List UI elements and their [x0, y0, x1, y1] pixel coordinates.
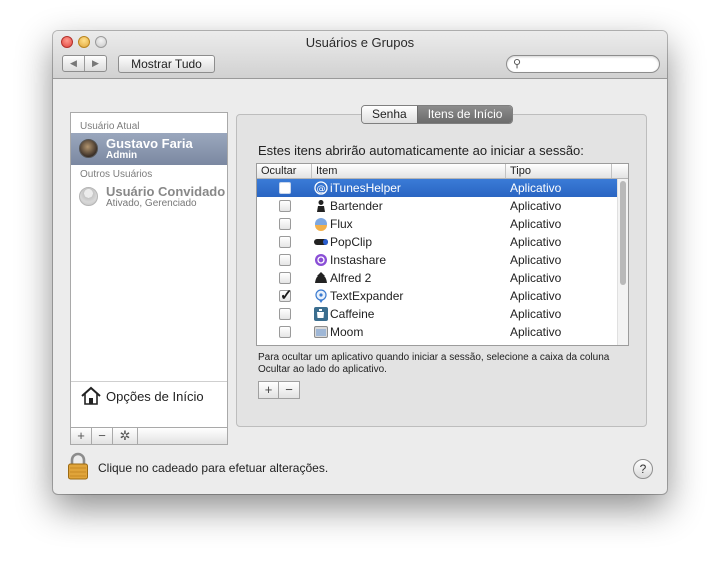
item-type: Aplicativo: [510, 289, 562, 303]
tab-bar: Senha Itens de Início: [361, 105, 514, 124]
search-field[interactable]: ⚲: [506, 55, 660, 73]
table-row[interactable]: Alfred 2 Aplicativo: [257, 269, 618, 287]
item-type: Aplicativo: [510, 253, 562, 267]
guest-avatar: [79, 187, 98, 206]
hide-checkbox[interactable]: [279, 200, 291, 212]
users-sidebar: Usuário Atual Gustavo Faria Admin Outros…: [70, 112, 228, 428]
hide-checkbox[interactable]: [279, 182, 291, 194]
hide-checkbox[interactable]: [279, 272, 291, 284]
bartender-icon: [317, 200, 325, 212]
table-row[interactable]: PopClip Aplicativo: [257, 233, 618, 251]
user-row-gustavo[interactable]: Gustavo Faria Admin: [71, 133, 227, 165]
action-gear-button[interactable]: ✲: [112, 427, 138, 445]
tab-login-items[interactable]: Itens de Início: [416, 106, 513, 123]
caffeine-icon: [314, 307, 328, 321]
column-header-hide[interactable]: Ocultar: [257, 164, 312, 178]
item-name: Moom: [330, 325, 364, 339]
gear-icon: ✲: [119, 428, 131, 443]
item-name: Flux: [330, 217, 353, 231]
itunes-helper-icon: @: [314, 181, 328, 195]
table-row[interactable]: Caffeine Aplicativo: [257, 305, 618, 323]
remove-login-item-button[interactable]: −: [279, 381, 300, 399]
preferences-window: Usuários e Grupos ◀ ▶ Mostrar Tudo ⚲ Usu…: [53, 31, 667, 494]
hide-checkbox[interactable]: ✓: [279, 287, 293, 304]
column-header-item[interactable]: Item: [312, 164, 506, 178]
login-options-label: Opções de Início: [106, 389, 204, 404]
item-type: Aplicativo: [510, 217, 562, 231]
item-type: Aplicativo: [510, 181, 562, 195]
login-items-table: Ocultar Item Tipo @ iTunesHelper Aplicat…: [256, 163, 629, 346]
add-user-button[interactable]: +: [70, 427, 92, 445]
item-type: Aplicativo: [510, 235, 562, 249]
sidebar-toolbar-spacer: [137, 427, 228, 445]
item-type: Aplicativo: [510, 325, 562, 339]
flux-icon: [315, 218, 327, 231]
checkmark-icon: ✓: [280, 287, 293, 304]
table-row[interactable]: Bartender Aplicativo: [257, 197, 618, 215]
hide-checkbox[interactable]: [279, 236, 291, 248]
hide-checkbox[interactable]: [279, 254, 291, 266]
column-header-type[interactable]: Tipo: [506, 164, 612, 178]
avatar: [79, 139, 98, 158]
alfred-icon: [315, 272, 327, 283]
textexpander-icon: [315, 289, 327, 303]
popclip-icon: [314, 239, 328, 245]
lock-message: Clique no cadeado para efetuar alteraçõe…: [98, 461, 329, 475]
magnifier-icon: ⚲: [513, 58, 522, 70]
search-input[interactable]: [525, 57, 653, 71]
svg-text:@: @: [317, 185, 326, 195]
add-login-item-button[interactable]: +: [258, 381, 279, 399]
item-type: Aplicativo: [510, 271, 562, 285]
forward-button[interactable]: ▶: [85, 56, 106, 71]
login-items-panel: Estes itens abrirão automaticamente ao i…: [236, 114, 647, 427]
back-button[interactable]: ◀: [63, 56, 85, 71]
table-row[interactable]: ✓ TextExpander Aplicativo: [257, 287, 618, 305]
guest-user-name: Usuário Convidado: [106, 184, 226, 199]
instashare-icon: [315, 254, 327, 266]
item-name: Instashare: [330, 253, 387, 267]
title-bar: Usuários e Grupos ◀ ▶ Mostrar Tudo ⚲: [53, 31, 667, 79]
current-user-header: Usuário Atual: [80, 121, 140, 132]
hide-checkbox[interactable]: [279, 218, 291, 230]
item-name: Alfred 2: [330, 271, 372, 285]
sidebar-toolbar: + − ✲: [70, 427, 228, 445]
user-name: Gustavo Faria: [106, 136, 193, 151]
moom-icon: [314, 326, 328, 338]
table-row[interactable]: @ iTunesHelper Aplicativo: [257, 179, 618, 197]
table-row[interactable]: Flux Aplicativo: [257, 215, 618, 233]
table-scrollbar[interactable]: [617, 179, 628, 345]
hide-checkbox[interactable]: [279, 326, 291, 338]
item-name: PopClip: [330, 235, 373, 249]
tab-password[interactable]: Senha: [362, 106, 417, 123]
scrollbar-thumb[interactable]: [620, 181, 626, 285]
login-options-item[interactable]: Opções de Início: [71, 381, 227, 410]
hide-instructions: Para ocultar um aplicativo quando inicia…: [258, 352, 610, 375]
back-forward-control: ◀ ▶: [62, 55, 107, 72]
item-name: TextExpander: [330, 289, 404, 303]
window-title: Usuários e Grupos: [305, 35, 415, 50]
user-role: Admin: [106, 150, 138, 161]
item-name: Bartender: [330, 199, 383, 213]
help-button[interactable]: ?: [633, 459, 653, 479]
item-name: iTunesHelper: [330, 181, 401, 195]
show-all-button[interactable]: Mostrar Tudo: [118, 55, 215, 73]
table-row[interactable]: Instashare Aplicativo: [257, 251, 618, 269]
hide-checkbox[interactable]: [279, 308, 291, 320]
lock-icon[interactable]: [67, 452, 89, 483]
table-row[interactable]: Moom Aplicativo: [257, 323, 618, 341]
guest-user-status: Ativado, Gerenciado: [106, 198, 197, 209]
item-type: Aplicativo: [510, 199, 562, 213]
item-type: Aplicativo: [510, 307, 562, 321]
item-name: Caffeine: [330, 307, 375, 321]
remove-user-button[interactable]: −: [91, 427, 113, 445]
other-users-header: Outros Usuários: [80, 169, 153, 180]
house-icon: [80, 386, 102, 409]
user-row-guest[interactable]: Usuário Convidado Ativado, Gerenciado: [71, 181, 227, 213]
panel-message: Estes itens abrirão automaticamente ao i…: [258, 143, 584, 158]
login-items-toolbar: + −: [258, 381, 300, 399]
table-header: Ocultar Item Tipo: [257, 164, 628, 179]
